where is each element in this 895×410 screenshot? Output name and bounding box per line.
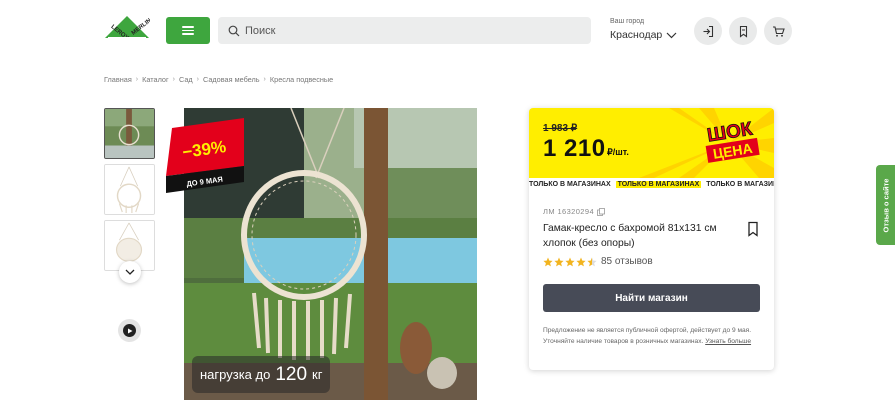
search-input[interactable]	[245, 24, 575, 37]
shock-price-logo: ШОК ЦЕНА	[705, 118, 760, 163]
product-page: LEROY MERLIN Ваш город Краснодар Главная…	[0, 0, 895, 410]
city-value: Краснодар	[610, 29, 663, 41]
cart-icon	[772, 25, 785, 37]
price-box: 1 983 ₽ 1 210 ₽/шт. ШОК ЦЕНА	[529, 108, 774, 178]
favorites-button[interactable]	[729, 17, 757, 45]
reviews-link[interactable]: 85 отзывов	[601, 256, 653, 267]
city-selector[interactable]: Краснодар	[610, 29, 677, 41]
city-label: Ваш город	[610, 18, 645, 25]
sku-value: ЛМ 16320294	[543, 207, 595, 216]
bookmark-icon	[739, 25, 747, 38]
ticker-item: ТОЛЬКО В МАГАЗИНАХ	[615, 181, 702, 188]
chevron-right-icon: ›	[135, 76, 139, 83]
load-prefix: нагрузка до	[200, 367, 271, 382]
chevron-right-icon: ›	[263, 76, 266, 83]
login-icon	[703, 25, 713, 37]
thumbnails-scroll-down-button[interactable]	[119, 261, 141, 283]
star-icon	[543, 257, 553, 266]
price-unit: ₽/шт.	[607, 147, 629, 157]
discount-badge: −39% ДО 9 МАЯ	[166, 118, 244, 193]
breadcrumb: Главная › Каталог › Сад › Садовая мебель…	[104, 75, 333, 84]
star-icon	[576, 257, 586, 266]
chevron-down-icon	[666, 32, 677, 38]
disclaimer: Предложение не является публичной оферто…	[543, 326, 765, 347]
leroy-merlin-logo[interactable]: LEROY MERLIN	[104, 15, 153, 45]
search-icon	[228, 25, 240, 36]
find-store-button[interactable]: Найти магазин	[543, 284, 760, 312]
star-icon	[554, 257, 564, 266]
chevron-right-icon: ›	[196, 76, 200, 83]
play-video-button[interactable]	[118, 319, 141, 342]
chevron-right-icon: ›	[172, 76, 175, 83]
product-sku: ЛМ 16320294	[543, 207, 605, 216]
rating-stars	[543, 257, 597, 267]
product-card: 1 983 ₽ 1 210 ₽/шт. ШОК ЦЕНА ТОЛЬКО В МА…	[529, 108, 774, 370]
product-rating: 85 отзывов	[543, 256, 653, 267]
breadcrumb-item[interactable]: Кресла подвесные	[270, 75, 333, 84]
cart-button[interactable]	[764, 17, 792, 45]
product-title: Гамак-кресло с бахромой 81x131 см хлопок…	[543, 223, 717, 249]
login-button[interactable]	[694, 17, 722, 45]
catalog-menu-button[interactable]	[166, 17, 210, 44]
copy-icon[interactable]	[597, 207, 605, 216]
breadcrumb-item[interactable]: Главная	[104, 75, 132, 84]
load-unit: кг	[312, 367, 323, 382]
ticker-item: ТОЛЬКО В МАГАЗИНАХ	[529, 181, 611, 188]
load-capacity-badge: нагрузка до 120 кг	[192, 356, 330, 393]
current-price: 1 210	[543, 135, 606, 162]
site-feedback-tab[interactable]: Отзыв о сайте	[876, 165, 895, 245]
play-icon	[123, 324, 136, 337]
load-value: 120	[275, 363, 308, 385]
breadcrumb-item[interactable]: Каталог	[142, 75, 169, 84]
search-bar[interactable]	[218, 17, 591, 44]
star-icon	[587, 257, 597, 266]
add-to-favorites-icon[interactable]	[746, 221, 760, 237]
chevron-down-icon	[125, 269, 135, 275]
ticker-item: ТОЛЬКО В МАГАЗИНАХ	[706, 181, 774, 188]
promo-ticker: ТОЛЬКО В МАГАЗИНАХ ТОЛЬКО В МАГАЗИНАХ ТО…	[529, 178, 774, 192]
old-price: 1 983 ₽	[543, 123, 578, 134]
learn-more-link[interactable]: Узнать больше	[705, 338, 751, 345]
feedback-label: Отзыв о сайте	[881, 178, 891, 232]
hamburger-icon	[182, 26, 194, 35]
breadcrumb-item[interactable]: Садовая мебель	[203, 75, 260, 84]
star-icon	[565, 257, 575, 266]
thumbnail-2[interactable]	[104, 164, 155, 215]
thumbnail-1[interactable]	[104, 108, 155, 159]
breadcrumb-item[interactable]: Сад	[179, 75, 193, 84]
